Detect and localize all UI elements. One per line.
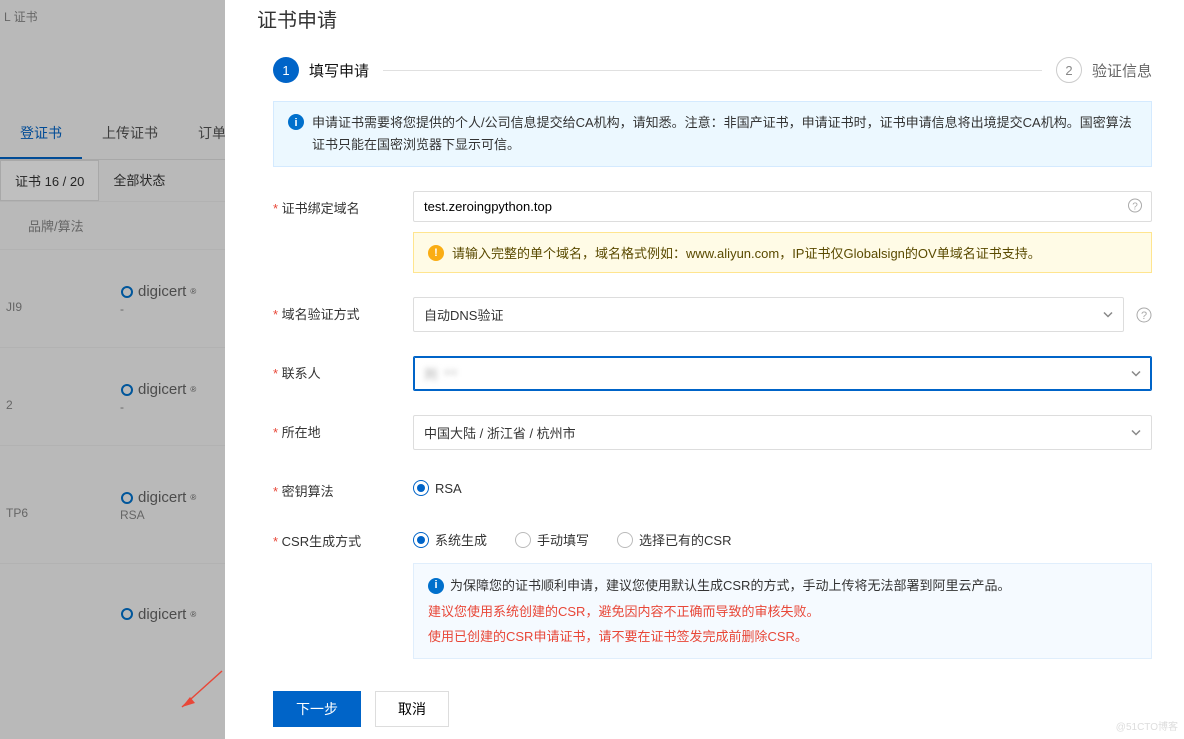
verify-select[interactable]: 自动DNS验证	[413, 297, 1124, 332]
verify-value: 自动DNS验证	[424, 308, 503, 323]
csr-info-line: i 为保障您的证书顺利申请，建议您使用默认生成CSR的方式，手动上传将无法部署到…	[428, 574, 1137, 597]
radio-csr-system[interactable]: 系统生成	[413, 530, 487, 549]
info-notice-text: 申请证书需要将您提供的个人/公司信息提交给CA机构，请知悉。注意：非国产证书，申…	[312, 112, 1137, 156]
csr-info-text: 为保障您的证书顺利申请，建议您使用默认生成CSR的方式，手动上传将无法部署到阿里…	[450, 574, 1010, 597]
radio-csr-system-label: 系统生成	[435, 530, 487, 549]
field-key-algo-label: 密钥算法	[273, 474, 413, 500]
panel-title: 证书申请	[225, 0, 1184, 51]
svg-text:?: ?	[1141, 310, 1147, 322]
domain-hint: ! 请输入完整的单个域名，域名格式例如：www.aliyun.com，IP证书仅…	[413, 232, 1152, 273]
svg-text:i: i	[294, 117, 297, 129]
step-1-number: 1	[273, 57, 299, 83]
field-domain-label: 证书绑定域名	[273, 191, 413, 217]
wizard-steps: 1 填写申请 2 验证信息	[225, 51, 1184, 87]
panel-body: i 申请证书需要将您提供的个人/公司信息提交给CA机构，请知悉。注意：非国产证书…	[225, 87, 1184, 681]
step-connector	[383, 70, 1042, 71]
field-csr-label: CSR生成方式	[273, 524, 413, 550]
radio-csr-existing[interactable]: 选择已有的CSR	[617, 530, 731, 549]
radio-csr-manual[interactable]: 手动填写	[515, 530, 589, 549]
csr-warn-2: 使用已创建的CSR申请证书，请不要在证书签发完成前删除CSR。	[428, 625, 1137, 648]
cert-request-panel: 证书申请 1 填写申请 2 验证信息 i 申请证书需要将您提供的个人/公司信息提…	[225, 0, 1184, 739]
csr-radios: 系统生成 手动填写 选择已有的CSR	[413, 524, 1152, 549]
info-notice: i 申请证书需要将您提供的个人/公司信息提交给CA机构，请知悉。注意：非国产证书…	[273, 101, 1152, 167]
radio-csr-existing-label: 选择已有的CSR	[639, 530, 731, 549]
contact-select[interactable]: 刘 **	[413, 356, 1152, 391]
chevron-down-icon	[1131, 366, 1141, 381]
csr-info-box: i 为保障您的证书顺利申请，建议您使用默认生成CSR的方式，手动上传将无法部署到…	[413, 563, 1152, 659]
contact-value: 刘 **	[424, 364, 459, 383]
info-icon: i	[288, 114, 304, 130]
step-2-number: 2	[1056, 57, 1082, 83]
location-select[interactable]: 中国大陆 / 浙江省 / 杭州市	[413, 415, 1152, 450]
radio-dot-icon	[413, 532, 429, 548]
field-csr: CSR生成方式 系统生成 手动填写 选择已有的CSR	[273, 524, 1152, 659]
verify-help-icon[interactable]: ?	[1136, 307, 1152, 323]
panel-footer: 下一步 取消	[225, 681, 1184, 739]
radio-dot-icon	[617, 532, 633, 548]
radio-rsa[interactable]: RSA	[413, 480, 462, 496]
radio-dot-icon	[413, 480, 429, 496]
domain-hint-text: 请输入完整的单个域名，域名格式例如：www.aliyun.com，IP证书仅Gl…	[452, 243, 1041, 262]
step-1-label: 填写申请	[309, 60, 369, 81]
info-icon: i	[428, 578, 444, 594]
field-verify-label: 域名验证方式	[273, 297, 413, 323]
svg-text:?: ?	[1132, 201, 1138, 212]
annotation-arrow-icon	[170, 665, 230, 715]
cancel-button[interactable]: 取消	[375, 691, 449, 727]
field-location-label: 所在地	[273, 415, 413, 441]
radio-rsa-label: RSA	[435, 481, 462, 496]
csr-warn-1: 建议您使用系统创建的CSR，避免因内容不正确而导致的审核失败。	[428, 600, 1137, 623]
warning-icon: !	[428, 245, 444, 261]
radio-dot-icon	[515, 532, 531, 548]
field-contact: 联系人 刘 **	[273, 356, 1152, 391]
location-value: 中国大陆 / 浙江省 / 杭州市	[424, 426, 576, 441]
modal-backdrop[interactable]	[0, 0, 225, 739]
help-icon[interactable]: ?	[1128, 198, 1142, 215]
field-verify: 域名验证方式 自动DNS验证 ?	[273, 297, 1152, 332]
field-key-algo: 密钥算法 RSA	[273, 474, 1152, 500]
field-location: 所在地 中国大陆 / 浙江省 / 杭州市	[273, 415, 1152, 450]
radio-csr-manual-label: 手动填写	[537, 530, 589, 549]
watermark: @51CTO博客	[1116, 718, 1178, 733]
key-algo-radios: RSA	[413, 474, 1152, 496]
step-2-label: 验证信息	[1092, 60, 1152, 81]
chevron-down-icon	[1103, 307, 1113, 322]
next-button[interactable]: 下一步	[273, 691, 361, 727]
domain-input[interactable]	[413, 191, 1152, 222]
step-2: 2 验证信息	[1056, 57, 1152, 83]
step-1: 1 填写申请	[273, 57, 369, 83]
field-contact-label: 联系人	[273, 356, 413, 382]
field-domain: 证书绑定域名 ? ! 请输入完整的单个域名，域名格式例如：www.aliyun.…	[273, 191, 1152, 273]
chevron-down-icon	[1131, 425, 1141, 440]
